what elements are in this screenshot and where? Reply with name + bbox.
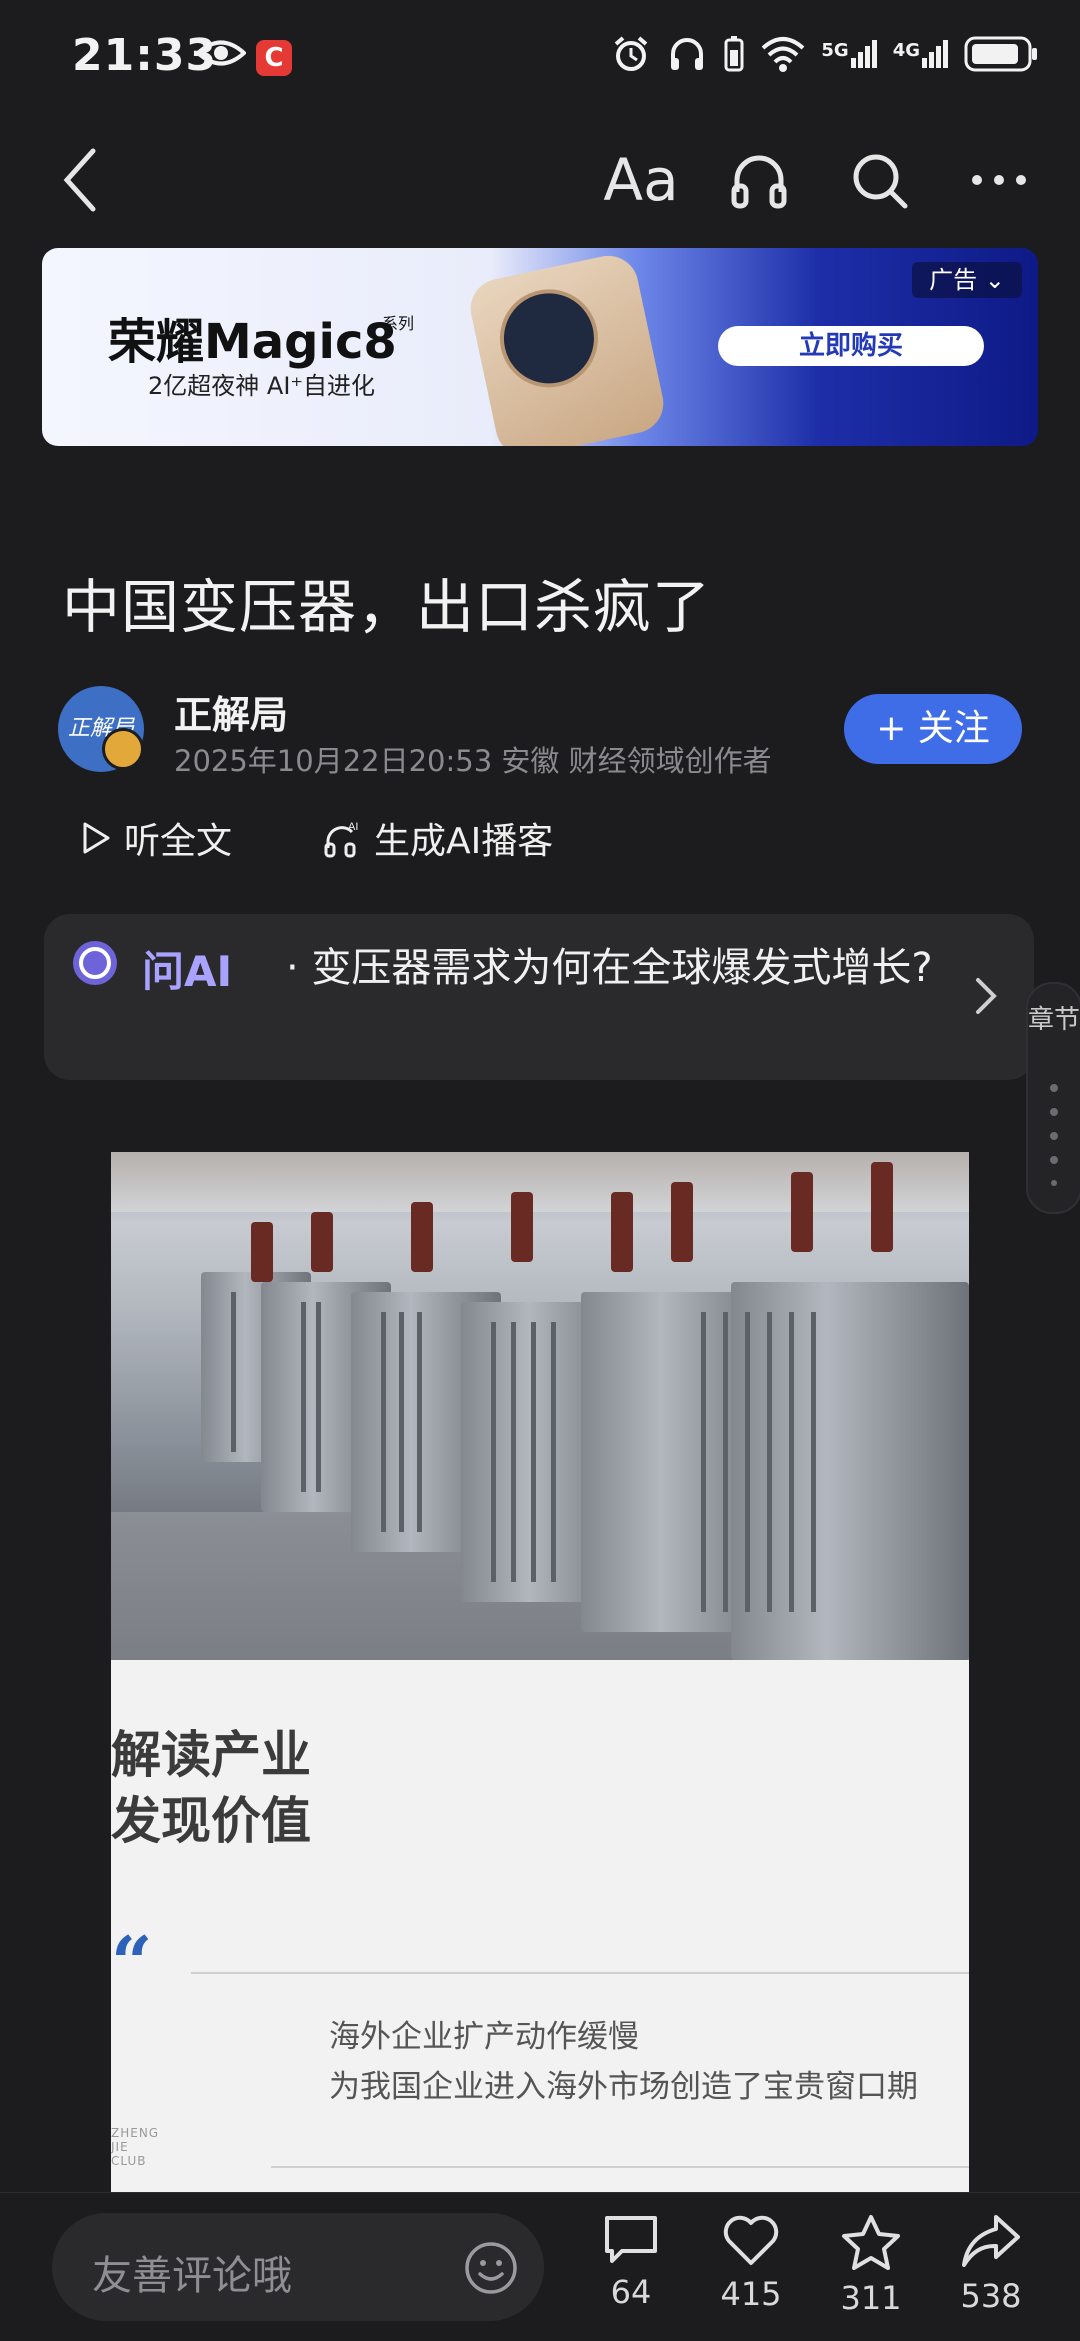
ask-ai-question: · 变压器需求为何在全球爆发式增长? — [286, 945, 933, 991]
top-navigation: Aa — [0, 130, 1080, 230]
chevron-down-icon: ⌄ — [984, 266, 1005, 294]
ad-tag[interactable]: 广告 ⌄ — [912, 262, 1022, 298]
listen-button[interactable] — [714, 130, 804, 230]
back-arrow-icon — [63, 148, 96, 212]
wifi-icon — [762, 37, 805, 72]
article-meta: 2025年10月22日20:53 安徽 财经领域创作者 — [174, 744, 772, 778]
chevron-right-icon — [976, 978, 997, 1014]
chapter-dot — [1051, 1180, 1057, 1186]
app-notification-icon: C — [256, 40, 292, 76]
caption-line-1: 解读产业 — [111, 1725, 311, 1784]
ai-podcast-button[interactable]: AI 生成AI播客 — [322, 812, 553, 864]
back-button[interactable] — [34, 130, 124, 230]
favorites-count: 311 — [840, 2279, 902, 2317]
font-size-button[interactable]: Aa — [596, 130, 686, 230]
chapter-dot — [1050, 1108, 1058, 1116]
ai-assistant-icon — [73, 941, 117, 985]
chapter-dot — [1050, 1084, 1058, 1092]
more-button[interactable] — [954, 130, 1044, 230]
alarm-icon — [615, 36, 648, 71]
battery-icon — [964, 36, 1037, 72]
ad-buy-button[interactable]: 立即购买 — [718, 326, 984, 366]
favorite-button[interactable]: 311 — [816, 2213, 926, 2317]
camera-module — [490, 280, 608, 397]
author-name[interactable]: 正解局 — [174, 684, 288, 739]
verified-badge-icon — [102, 728, 144, 770]
play-icon — [83, 822, 110, 854]
svg-text:AI: AI — [348, 821, 358, 833]
star-icon — [842, 2215, 900, 2270]
quote-line-2: 为我国企业进入海外市场创造了宝贵窗口期 — [329, 2069, 918, 2105]
image-caption: 解读产业 发现价值 — [111, 1722, 311, 1854]
ad-series: 系列 — [382, 314, 415, 333]
chapter-dot — [1050, 1132, 1058, 1140]
article-image[interactable]: 解读产业 发现价值 “ 海外企业扩产动作缓慢 为我国企业进入海外市场创造了宝贵窗… — [111, 1152, 969, 2192]
quote-text: 海外企业扩产动作缓慢 为我国企业进入海外市场创造了宝贵窗口期 — [329, 2012, 918, 2112]
like-button[interactable]: 415 — [696, 2213, 806, 2313]
headphones-icon — [731, 155, 787, 209]
listen-full-label: 听全文 — [124, 821, 233, 862]
status-bar: 21:33 C 5G 4G — [0, 0, 1080, 120]
headphone-status-icon — [671, 38, 704, 70]
club-logo-text: ZHENG JIE CLUB — [111, 2126, 159, 2168]
transformer-photo — [111, 1152, 969, 1660]
bottom-action-bar: 友善评论哦 64 415 311 538 — [0, 2192, 1080, 2341]
shares-count: 538 — [960, 2277, 1022, 2315]
comment-icon — [605, 2216, 657, 2263]
signal-4g-icon: 4G — [893, 40, 948, 68]
battery-saver-icon — [724, 36, 744, 72]
heart-icon — [723, 2215, 779, 2265]
ad-slogan: 2亿超夜神 AI⁺自进化 — [148, 372, 376, 400]
article-title: 中国变压器，出口杀疯了 — [62, 573, 712, 641]
status-icons: 5G 4G — [611, 34, 1040, 74]
quote-mark-icon: “ — [111, 1920, 153, 2005]
caption-line-2: 发现价值 — [111, 1791, 311, 1850]
comments-button[interactable]: 64 — [576, 2213, 686, 2311]
chapter-navigator[interactable]: 章节 — [1026, 982, 1080, 1214]
listen-full-button[interactable]: 听全文 — [80, 812, 232, 864]
search-button[interactable] — [834, 130, 924, 230]
chapter-dot — [1050, 1156, 1058, 1164]
ai-headphones-icon: AI — [324, 821, 358, 858]
search-icon — [853, 154, 908, 209]
comment-input[interactable]: 友善评论哦 — [52, 2213, 544, 2321]
ask-ai-card[interactable]: 问AI · 变压器需求为何在全球爆发式增长? — [44, 914, 1034, 1080]
divider — [191, 1972, 969, 1974]
share-icon — [962, 2215, 1020, 2267]
quote-line-1: 海外企业扩产动作缓慢 — [329, 2019, 639, 2055]
club-line-1: ZHENG — [111, 2126, 160, 2140]
share-button[interactable]: 538 — [936, 2213, 1046, 2315]
ai-podcast-label: 生成AI播客 — [374, 821, 554, 862]
ad-brand: 荣耀Magic8 — [108, 314, 397, 370]
emoji-icon[interactable] — [464, 2241, 518, 2295]
ad-phone-image — [465, 250, 669, 446]
divider — [271, 2166, 969, 2168]
ad-tag-label: 广告 — [929, 266, 978, 294]
eye-icon — [196, 40, 246, 66]
signal-5g-icon: 5G — [821, 40, 877, 68]
club-line-3: CLUB — [111, 2154, 147, 2168]
chapter-label: 章节 — [1028, 1005, 1080, 1035]
comments-count: 64 — [610, 2273, 652, 2311]
comment-placeholder: 友善评论哦 — [92, 2253, 292, 2299]
club-line-2: JIE — [111, 2140, 129, 2154]
ad-banner[interactable]: 荣耀Magic8 系列 2亿超夜神 AI⁺自进化 立即购买 广告 ⌄ — [42, 248, 1038, 446]
more-icon — [972, 175, 1026, 185]
likes-count: 415 — [720, 2275, 782, 2313]
follow-button[interactable]: + 关注 — [844, 694, 1022, 764]
